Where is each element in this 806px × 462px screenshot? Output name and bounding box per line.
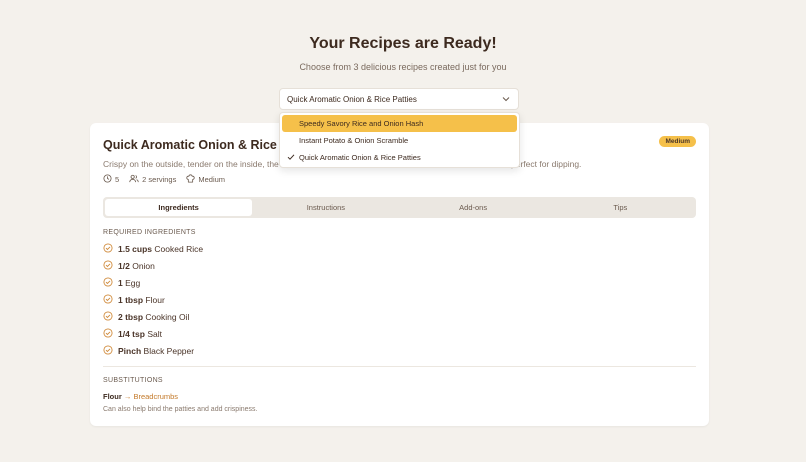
meta-time: 5 — [103, 174, 119, 185]
ingredient-qty: 1 — [118, 278, 123, 288]
recipe-option-label: Speedy Savory Rice and Onion Hash — [299, 119, 424, 128]
page-title: Your Recipes are Ready! — [309, 35, 497, 52]
ingredient-name: Cooked Rice — [154, 244, 204, 254]
ingredient-qty: 1/4 tsp — [118, 329, 145, 339]
chevron-down-icon — [501, 94, 511, 104]
recipe-description-end: perfect for dipping. — [511, 159, 582, 169]
check-circle-icon — [103, 328, 113, 340]
page-subtitle: Choose from 3 delicious recipes created … — [299, 62, 507, 72]
recipe-select[interactable]: Quick Aromatic Onion & Rice Patties — [279, 88, 519, 110]
substitution-item: Flour → Breadcrumbs — [103, 392, 178, 401]
chef-hat-icon — [186, 174, 196, 185]
substitution-arrow: → — [123, 392, 132, 401]
ingredient-name: Flour — [145, 295, 165, 305]
recipe-tabs: Ingredients Instructions Add-ons Tips — [103, 197, 696, 218]
recipe-meta: 5 2 servings Medium — [103, 174, 225, 185]
ingredient-qty: Pinch — [118, 346, 142, 356]
check-circle-icon — [103, 311, 113, 323]
ingredient-item: 1.5 cups Cooked Rice — [103, 243, 203, 255]
meta-difficulty: Medium — [186, 174, 225, 185]
required-ingredients-label: REQUIRED INGREDIENTS — [103, 229, 196, 236]
ingredient-item: 1/2 Onion — [103, 260, 155, 272]
recipe-option[interactable]: Instant Potato & Onion Scramble — [282, 132, 517, 149]
ingredient-name: Onion — [132, 261, 155, 271]
tab-ingredients[interactable]: Ingredients — [105, 199, 253, 216]
clock-icon — [103, 174, 112, 185]
ingredient-item: 1 Egg — [103, 277, 140, 289]
recipe-option[interactable]: Speedy Savory Rice and Onion Hash — [282, 115, 517, 132]
ingredient-name: Cooking Oil — [145, 312, 190, 322]
substitution-to: Breadcrumbs — [133, 392, 179, 401]
meta-time-value: 5 — [115, 175, 120, 184]
recipe-select-value: Quick Aromatic Onion & Rice Patties — [287, 94, 417, 104]
page-header: Your Recipes are Ready! Choose from 3 de… — [0, 35, 806, 72]
check-circle-icon — [103, 243, 113, 255]
ingredient-item: 1/4 tsp Salt — [103, 328, 162, 340]
substitutions-label: SUBSTITUTIONS — [103, 377, 163, 384]
check-circle-icon — [103, 277, 113, 289]
ingredient-item: 2 tbsp Cooking Oil — [103, 311, 189, 323]
check-circle-icon — [103, 260, 113, 272]
recipe-option-label: Instant Potato & Onion Scramble — [299, 136, 409, 145]
substitution-from: Flour — [103, 392, 122, 401]
recipe-option[interactable]: Quick Aromatic Onion & Rice Patties — [282, 149, 517, 166]
tab-add-ons[interactable]: Add-ons — [400, 199, 547, 216]
check-circle-icon — [103, 345, 113, 357]
ingredient-item: Pinch Black Pepper — [103, 345, 194, 357]
tab-tips[interactable]: Tips — [547, 199, 694, 216]
recipe-option-label: Quick Aromatic Onion & Rice Patties — [299, 153, 421, 162]
section-divider — [103, 366, 696, 367]
meta-difficulty-value: Medium — [198, 175, 226, 184]
ingredient-name: Salt — [147, 329, 162, 339]
recipe-title: Quick Aromatic Onion & Rice Pa — [103, 138, 296, 152]
recipe-select-dropdown: Speedy Savory Rice and Onion Hash Instan… — [279, 112, 520, 168]
check-circle-icon — [103, 294, 113, 306]
meta-servings: 2 servings — [129, 174, 176, 185]
ingredient-qty: 1/2 — [118, 261, 130, 271]
recipe-card: Quick Aromatic Onion & Rice Pa Medium Cr… — [90, 123, 709, 426]
ingredient-qty: 2 tbsp — [118, 312, 144, 322]
ingredient-qty: 1.5 cups — [118, 244, 153, 254]
check-icon — [287, 153, 295, 163]
ingredient-item: 1 tbsp Flour — [103, 294, 165, 306]
ingredient-name: Black Pepper — [143, 346, 195, 356]
users-icon — [129, 174, 139, 185]
ingredient-qty: 1 tbsp — [118, 295, 144, 305]
recipe-description: Crispy on the outside, tender on the ins… — [103, 159, 581, 169]
meta-servings-value: 2 servings — [142, 175, 177, 184]
difficulty-badge: Medium — [659, 136, 696, 147]
substitution-note: Can also help bind the patties and add c… — [103, 406, 258, 413]
ingredient-name: Egg — [125, 278, 141, 288]
tab-instructions[interactable]: Instructions — [252, 199, 399, 216]
recipe-description-start: Crispy on the outside, tender on the ins… — [103, 159, 279, 169]
